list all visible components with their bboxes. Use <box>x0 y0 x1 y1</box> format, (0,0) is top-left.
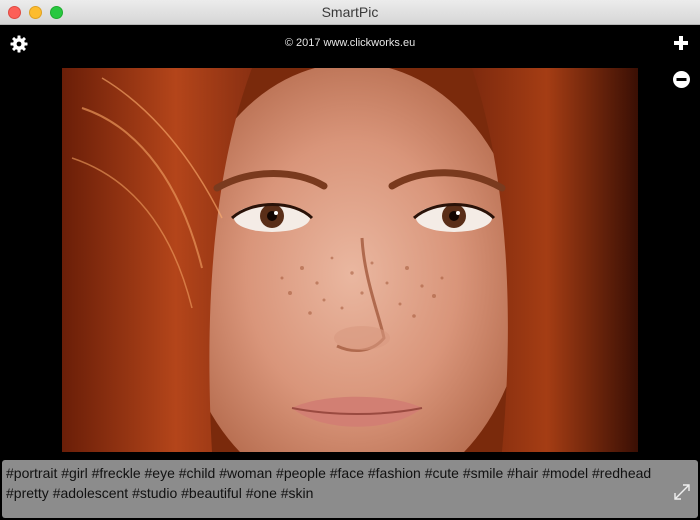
plus-icon[interactable] <box>674 36 688 50</box>
tags-text[interactable]: #portrait #girl #freckle #eye #child #wo… <box>6 463 656 503</box>
title-bar[interactable]: SmartPic <box>0 0 700 25</box>
copyright-text: © 2017 www.clickworks.eu <box>284 37 416 49</box>
tags-panel[interactable]: #portrait #girl #freckle #eye #child #wo… <box>2 460 698 518</box>
minus-circle-icon[interactable] <box>673 71 690 88</box>
smartpic-window: SmartPic © 2017 www.clickworks.eu #portr… <box>0 0 700 520</box>
expand-arrows-icon[interactable] <box>672 482 692 502</box>
portrait-photo <box>62 68 638 452</box>
window-title: SmartPic <box>321 4 379 20</box>
